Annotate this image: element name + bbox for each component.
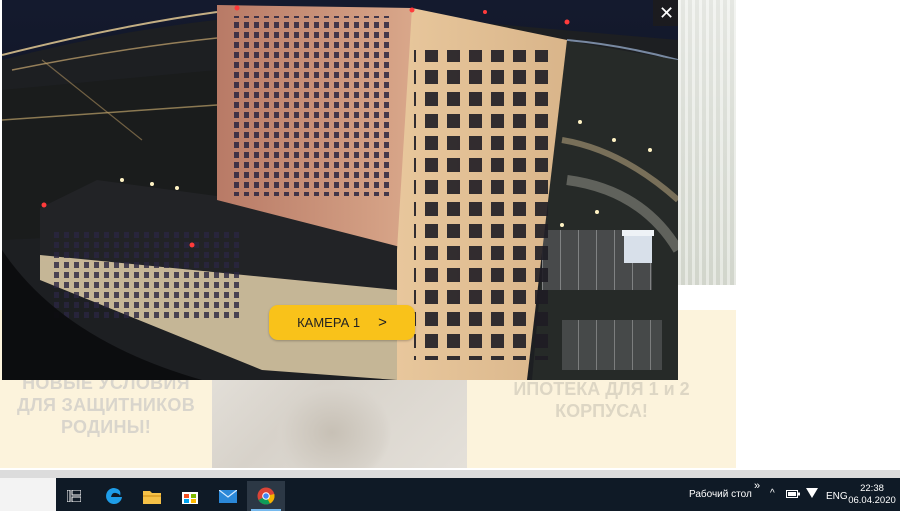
- chevron-right-icon: >: [378, 314, 387, 331]
- language-indicator[interactable]: ENG: [826, 491, 848, 502]
- close-icon: ✕: [658, 3, 675, 23]
- desktop-toolbar-label[interactable]: Рабочий стол: [689, 489, 752, 500]
- task-view-icon[interactable]: [55, 481, 93, 511]
- camera-modal: ✕ КАМЕРА 1 >: [2, 0, 678, 380]
- close-button[interactable]: ✕: [653, 0, 678, 26]
- camera-switch-button[interactable]: КАМЕРА 1 >: [269, 305, 415, 340]
- taskbar-search-box[interactable]: [0, 478, 56, 511]
- camera-button-label: КАМЕРА 1: [297, 315, 361, 330]
- promo-banner-defenders-text: НОВЫЕ УСЛОВИЯ ДЛЯ ЗАЩИТНИКОВ РОДИНЫ!: [16, 373, 196, 437]
- store-icon[interactable]: [171, 481, 209, 511]
- background-divider: [0, 470, 900, 478]
- chrome-icon[interactable]: [247, 481, 285, 511]
- wifi-icon[interactable]: [806, 488, 818, 501]
- clock-date: 06.04.2020: [848, 495, 896, 506]
- background-photo: [678, 0, 736, 285]
- file-explorer-icon[interactable]: [133, 481, 171, 511]
- clock-time: 22:38: [860, 483, 884, 494]
- toolbar-overflow-icon[interactable]: »: [754, 480, 760, 492]
- system-clock[interactable]: 22:38 06.04.2020: [848, 483, 896, 507]
- edge-icon[interactable]: [95, 481, 133, 511]
- mail-icon[interactable]: [209, 481, 247, 511]
- battery-icon[interactable]: [786, 490, 800, 501]
- show-hidden-icons-icon[interactable]: ^: [770, 488, 775, 499]
- promo-banner-mortgage-text: ИПОТЕКА ДЛЯ 1 и 2 КОРПУСА!: [513, 379, 690, 421]
- windows-taskbar: Рабочий стол » ^ ENG 22:38 06.04.2020: [0, 478, 900, 511]
